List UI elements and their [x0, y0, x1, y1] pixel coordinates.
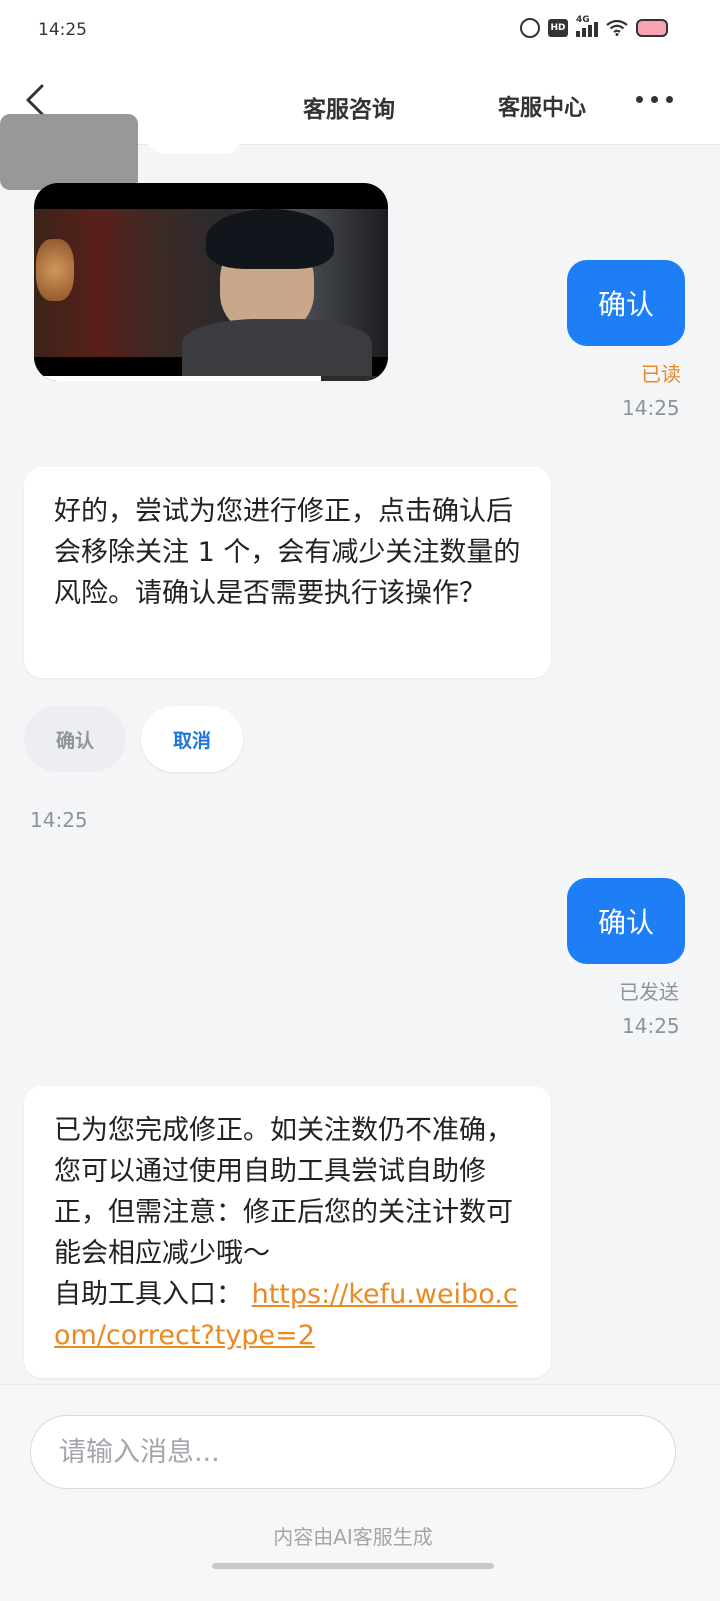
video-progress-bar	[34, 376, 388, 381]
confirm-button[interactable]: 确认	[24, 706, 126, 772]
figure-hat-image	[206, 209, 334, 269]
agent-message-text: 好的，尝试为您进行修正，点击确认后会移除关注 1 个，会有减少关注数量的风险。请…	[54, 496, 521, 609]
video-progress-fill	[34, 376, 321, 381]
figure-body-image	[182, 319, 372, 379]
status-icons: HD 4G	[520, 15, 668, 38]
wifi-icon	[606, 20, 628, 36]
agent-message-bubble: 好的，尝试为您进行修正，点击确认后会移除关注 1 个，会有减少关注数量的风险。请…	[24, 467, 551, 678]
video-thumbnail	[34, 209, 388, 379]
lantern-image	[36, 239, 74, 301]
battery-icon	[636, 19, 668, 37]
agent-message-text: 已为您完成修正。如关注数仍不准确，您可以通过使用自助工具尝试自助修正，但需注意：…	[54, 1115, 513, 1269]
service-center-link[interactable]: 客服中心	[498, 90, 586, 122]
ai-disclaimer: 内容由AI客服生成	[273, 1525, 433, 1549]
message-input[interactable]	[30, 1415, 676, 1489]
message-timestamp: 14:25	[30, 808, 88, 832]
status-bar: 14:25 HD 4G	[0, 0, 720, 62]
status-time: 14:25	[38, 20, 87, 40]
read-status: 已读	[641, 362, 681, 386]
4g-signal-icon: 4G	[576, 15, 598, 37]
alarm-icon	[520, 18, 540, 38]
network-type-label: 4G	[576, 15, 590, 25]
agent-message-bubble: 已为您完成修正。如关注数仍不准确，您可以通过使用自助工具尝试自助修正，但需注意：…	[24, 1086, 551, 1378]
message-timestamp: 14:25	[622, 396, 680, 420]
more-dots-icon[interactable]	[636, 96, 673, 103]
hd-icon: HD	[548, 19, 568, 37]
page-title: 客服咨询	[303, 97, 395, 123]
self-help-entry-label: 自助工具入口：	[54, 1279, 243, 1310]
gray-overlay-block	[0, 114, 138, 190]
message-timestamp: 14:25	[622, 1014, 680, 1038]
video-message-card[interactable]	[34, 183, 388, 381]
partial-quick-reply-chip	[146, 120, 242, 154]
user-message-bubble: 确认	[567, 260, 685, 346]
cancel-button[interactable]: 取消	[141, 706, 243, 772]
home-indicator[interactable]	[212, 1563, 494, 1569]
sent-status: 已发送	[619, 980, 679, 1004]
user-message-bubble: 确认	[567, 878, 685, 964]
